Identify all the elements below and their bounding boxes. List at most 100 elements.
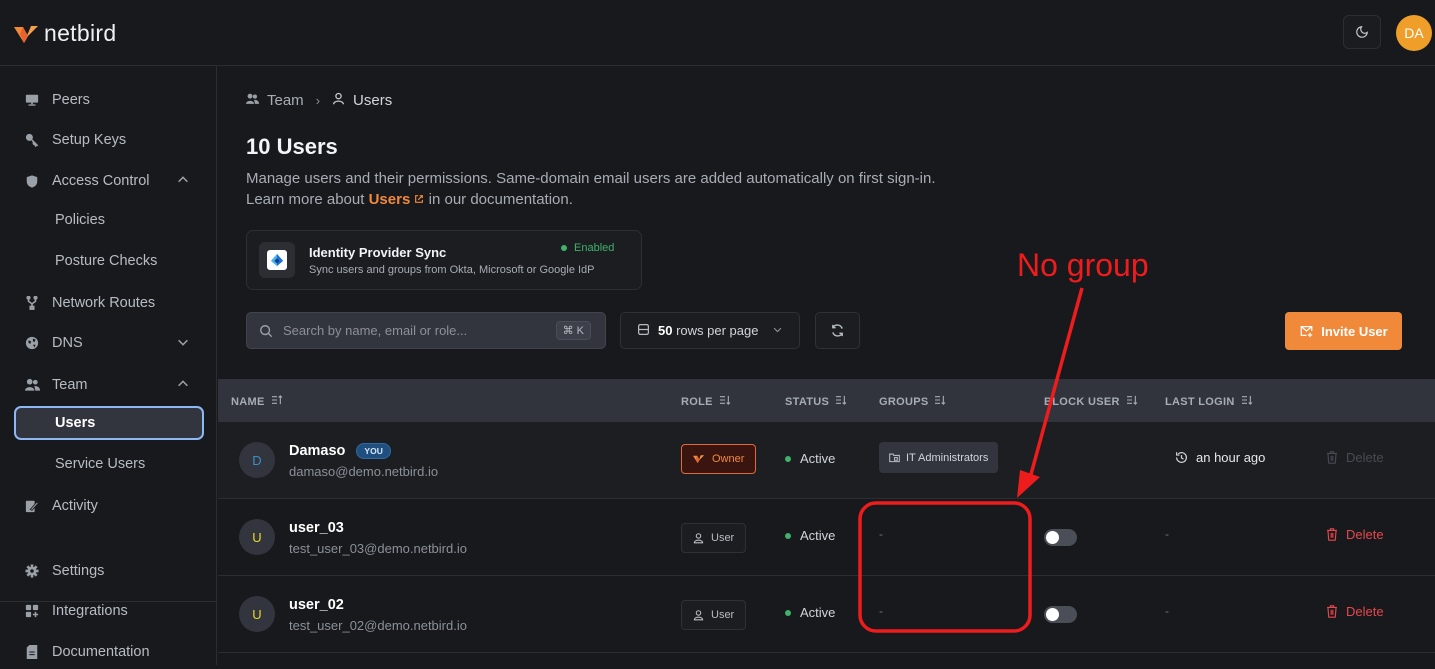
user-avatar: D xyxy=(239,442,275,478)
role-label: User xyxy=(711,609,735,621)
idp-title: Identity Provider Sync xyxy=(309,245,447,260)
role-select[interactable]: User xyxy=(681,523,747,553)
gear-icon xyxy=(12,564,52,578)
user-email: test_user_02@demo.netbird.io xyxy=(289,618,467,633)
status-dot-icon xyxy=(561,245,567,251)
column-header-block-user[interactable]: BLOCK USER xyxy=(1044,395,1138,408)
team-icon xyxy=(246,92,259,109)
role-select[interactable]: User xyxy=(681,600,747,630)
sidebar-item-posture-checks[interactable]: Posture Checks xyxy=(14,244,204,278)
user-icon xyxy=(693,533,704,544)
breadcrumb: Team › Users xyxy=(246,92,392,109)
rows-per-page-select[interactable]: 50 rows per page xyxy=(620,312,800,349)
user-icon xyxy=(332,92,345,109)
sort-icon xyxy=(719,395,731,408)
chevron-down-icon[interactable] xyxy=(176,335,190,353)
user-email: damaso@demo.netbird.io xyxy=(289,464,439,479)
group-badge[interactable]: IT Administrators xyxy=(879,442,999,473)
trash-icon xyxy=(1327,528,1337,541)
role-select[interactable]: Owner xyxy=(681,444,757,474)
sidebar-item-setup-keys[interactable]: Setup Keys xyxy=(14,123,204,157)
invite-user-label: Invite User xyxy=(1321,323,1388,339)
page-title: 10 Users xyxy=(246,134,338,159)
status-badge: Active xyxy=(785,605,835,620)
sidebar-item-service-users[interactable]: Service Users xyxy=(14,447,204,481)
last-login-text: an hour ago xyxy=(1196,450,1266,465)
status-dot-icon xyxy=(785,609,791,616)
logo-text: netbird xyxy=(44,20,117,46)
sidebar-item-network-routes[interactable]: Network Routes xyxy=(14,286,204,320)
table-row[interactable]: U user_03 test_user_03@demo.netbird.io U… xyxy=(218,499,1435,576)
breadcrumb-team[interactable]: Team xyxy=(267,92,304,109)
group-name: IT Administrators xyxy=(906,451,989,464)
users-docs-link[interactable]: Users xyxy=(369,191,425,208)
user-name: user_02 xyxy=(289,597,344,613)
last-login: an hour ago xyxy=(1175,450,1265,465)
toggle-knob xyxy=(1046,531,1059,544)
folder-icon xyxy=(889,453,900,463)
sidebar: Peers Setup Keys Access Control Policies… xyxy=(0,66,217,665)
column-header-status[interactable]: STATUS xyxy=(785,395,847,408)
table-row[interactable]: D Damaso YOU damaso@demo.netbird.io Owner… xyxy=(218,422,1435,499)
user-avatar: U xyxy=(239,596,275,632)
sidebar-item-access-control[interactable]: Access Control xyxy=(14,164,204,198)
keyboard-shortcut-badge: ⌘ K xyxy=(555,321,591,340)
sidebar-item-documentation[interactable]: Documentation xyxy=(14,635,204,669)
search-input[interactable] xyxy=(283,323,553,338)
sidebar-item-peers[interactable]: Peers xyxy=(14,83,204,117)
delete-button[interactable]: Delete xyxy=(1326,450,1384,465)
sort-icon xyxy=(934,395,946,408)
idp-status-text: Enabled xyxy=(574,242,615,254)
sidebar-item-integrations[interactable]: Integrations xyxy=(14,594,204,628)
identity-provider-sync-card[interactable]: Identity Provider Sync Sync users and gr… xyxy=(246,230,642,290)
rows-count: 50 xyxy=(658,323,673,338)
sidebar-item-label: Network Routes xyxy=(52,295,156,311)
user-name: Damaso xyxy=(289,443,346,459)
block-user-toggle[interactable] xyxy=(1044,606,1077,623)
block-user-toggle[interactable] xyxy=(1044,529,1077,546)
table-row[interactable]: U user_02 test_user_02@demo.netbird.io U… xyxy=(218,576,1435,653)
status-text: Active xyxy=(800,528,836,543)
column-header-groups[interactable]: GROUPS xyxy=(879,395,946,408)
sidebar-item-users[interactable]: Users xyxy=(14,406,204,440)
sort-ascending-icon xyxy=(271,395,283,408)
sidebar-item-team[interactable]: Team xyxy=(14,368,204,402)
rows-label: rows per page xyxy=(676,323,759,338)
column-header-role[interactable]: ROLE xyxy=(681,395,731,408)
role-label: Owner xyxy=(712,453,745,465)
netbird-logo[interactable]: netbird xyxy=(14,20,116,47)
sidebar-item-dns[interactable]: DNS xyxy=(14,326,204,360)
moon-icon xyxy=(1356,26,1368,38)
netbird-bird-icon xyxy=(693,455,705,464)
sidebar-item-label: Documentation xyxy=(52,644,150,660)
user-avatar[interactable]: DA xyxy=(1396,15,1432,51)
sidebar-item-label: Team xyxy=(52,377,88,393)
theme-toggle-button[interactable] xyxy=(1343,15,1381,49)
monitor-icon xyxy=(12,93,52,107)
chevron-down-icon xyxy=(772,323,783,338)
delete-button[interactable]: Delete xyxy=(1326,527,1384,542)
user-email: test_user_03@demo.netbird.io xyxy=(289,541,467,556)
column-header-last-login[interactable]: LAST LOGIN xyxy=(1165,395,1253,408)
invite-user-button[interactable]: Invite User xyxy=(1285,312,1402,350)
user-avatar: U xyxy=(239,519,275,555)
groups-empty: - xyxy=(879,527,883,541)
sort-icon xyxy=(1241,395,1253,408)
chevron-up-icon[interactable] xyxy=(176,173,190,191)
table-header: NAME ROLE STATUS GROUPS BLOCK USER LAST … xyxy=(218,379,1435,422)
sidebar-item-label: Settings xyxy=(52,563,105,579)
delete-button[interactable]: Delete xyxy=(1326,604,1384,619)
refresh-button[interactable] xyxy=(815,312,860,349)
sidebar-item-policies[interactable]: Policies xyxy=(14,203,204,237)
idp-status-badge: Enabled xyxy=(561,242,614,254)
column-header-name[interactable]: NAME xyxy=(231,395,283,408)
status-dot-icon xyxy=(785,455,791,462)
sidebar-item-settings[interactable]: Settings xyxy=(14,554,204,588)
chevron-up-icon[interactable] xyxy=(176,377,190,395)
groups-empty: - xyxy=(879,604,883,618)
sidebar-item-activity[interactable]: Activity xyxy=(14,489,204,523)
sidebar-item-label: Peers xyxy=(52,92,90,108)
search-box[interactable]: ⌘ K xyxy=(246,312,606,349)
main-content: Team › Users 10 Users Manage users and t… xyxy=(218,67,1435,665)
search-icon xyxy=(259,324,273,338)
